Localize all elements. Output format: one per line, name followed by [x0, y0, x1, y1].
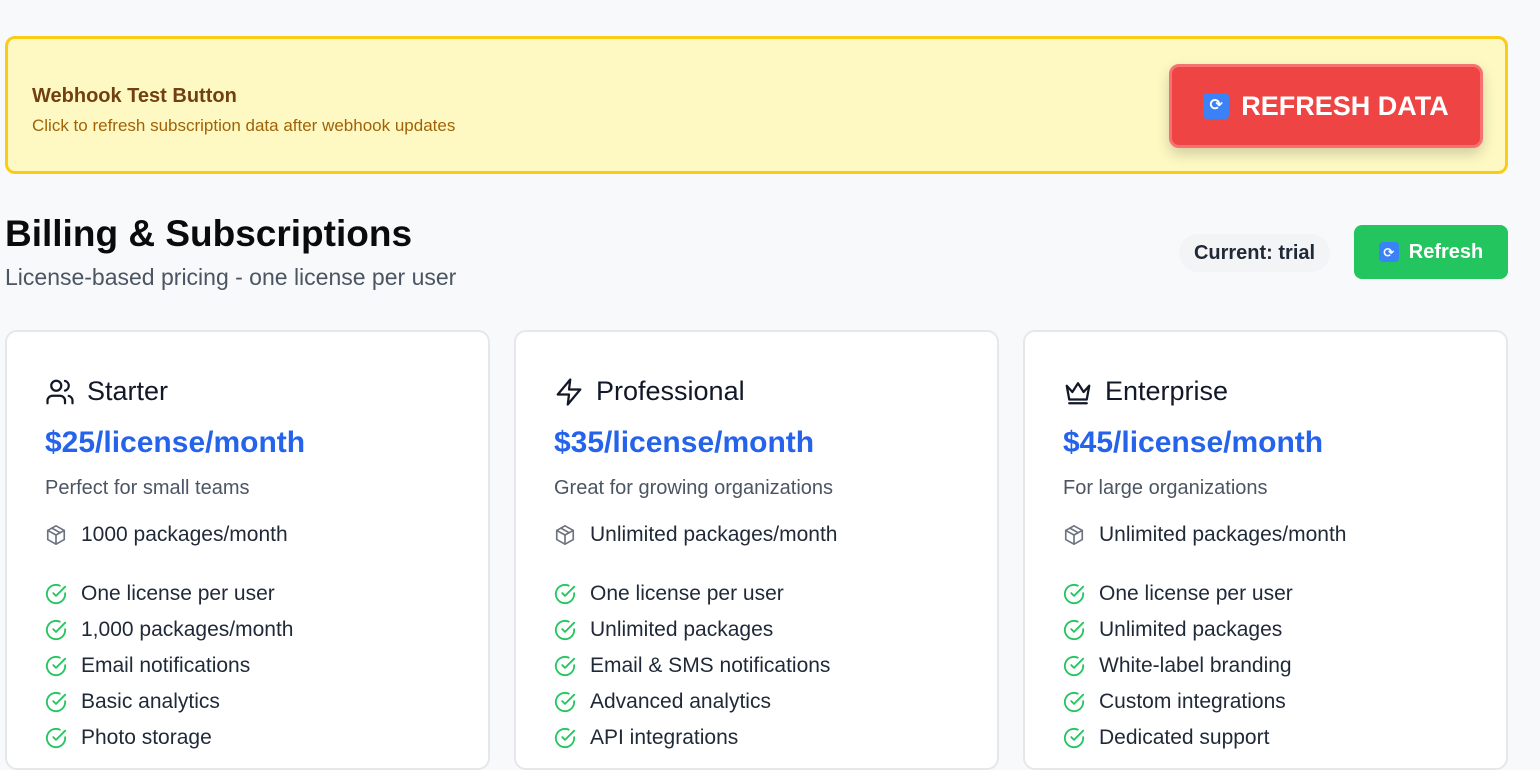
plan-feature-list: One license per user Unlimited packages …: [554, 576, 830, 756]
check-circle-icon: [1063, 619, 1085, 641]
package-icon: [555, 525, 575, 545]
webhook-banner-subtitle: Click to refresh subscription data after…: [32, 116, 456, 135]
plan-feature: API integrations: [554, 720, 830, 756]
package-icon: [46, 525, 66, 545]
plan-feature: Basic analytics: [45, 684, 293, 720]
webhook-banner-title: Webhook Test Button: [32, 85, 237, 107]
plan-description: Great for growing organizations: [554, 477, 834, 499]
refresh-button[interactable]: ⟳ Refresh: [1354, 225, 1508, 279]
plan-quota-text: Unlimited packages/month: [590, 523, 838, 546]
plan-feature-text: One license per user: [590, 582, 784, 605]
check-circle-icon: [45, 727, 67, 749]
plan-feature-text: Basic analytics: [81, 690, 220, 713]
plan-feature: Dedicated support: [1063, 720, 1293, 756]
plan-feature-text: Unlimited packages: [1099, 618, 1283, 641]
plan-card-header: Starter: [45, 376, 168, 407]
users-icon: [46, 379, 74, 404]
plan-name: Professional: [596, 376, 745, 406]
plan-card-starter[interactable]: Starter $25/license/month Perfect for sm…: [5, 330, 490, 770]
plan-feature-text: Email notifications: [81, 654, 251, 677]
plan-feature-text: 1,000 packages/month: [81, 618, 294, 641]
check-circle-icon: [554, 691, 576, 713]
check-circle-icon: [1063, 727, 1085, 749]
plan-price: $35/license/month: [554, 426, 815, 459]
plan-feature: Advanced analytics: [554, 684, 830, 720]
check-circle-icon: [554, 727, 576, 749]
plan-feature: Email notifications: [45, 648, 293, 684]
check-circle-icon: [554, 655, 576, 677]
plan-quota-text: Unlimited packages/month: [1099, 523, 1347, 546]
check-circle-icon: [1063, 583, 1085, 605]
check-circle-icon: [45, 655, 67, 677]
plan-quota: Unlimited packages/month: [1063, 523, 1346, 547]
page-title: Billing & Subscriptions: [5, 213, 413, 254]
webhook-test-banner: Webhook Test Button Click to refresh sub…: [5, 36, 1508, 174]
plan-feature: Photo storage: [45, 720, 293, 756]
page-subtitle: License-based pricing - one license per …: [5, 264, 457, 290]
plan-quota: 1000 packages/month: [45, 523, 288, 547]
plan-feature: White-label branding: [1063, 648, 1293, 684]
plan-feature-text: One license per user: [81, 582, 275, 605]
check-circle-icon: [554, 583, 576, 605]
check-circle-icon: [45, 691, 67, 713]
check-circle-icon: [1063, 655, 1085, 677]
refresh-button-label: Refresh: [1408, 240, 1484, 263]
plan-feature-text: API integrations: [590, 726, 739, 749]
plan-feature: One license per user: [1063, 576, 1293, 612]
plan-card-header: Professional: [554, 376, 745, 407]
plan-feature: 1,000 packages/month: [45, 612, 293, 648]
plan-quota-text: 1000 packages/month: [81, 523, 288, 546]
plan-feature: Email & SMS notifications: [554, 648, 830, 684]
refresh-icon: ⟳: [1203, 93, 1230, 119]
plan-feature: Unlimited packages: [1063, 612, 1293, 648]
package-icon: [1064, 525, 1084, 545]
lightning-icon: [556, 377, 582, 406]
plan-feature-text: Advanced analytics: [590, 690, 771, 713]
refresh-data-label: REFRESH DATA: [1241, 90, 1449, 121]
check-circle-icon: [45, 619, 67, 641]
plan-feature-text: Photo storage: [81, 726, 212, 749]
current-plan-badge: Current: trial: [1179, 234, 1330, 272]
plan-feature-text: Unlimited packages: [590, 618, 774, 641]
check-circle-icon: [1063, 691, 1085, 713]
plan-feature-text: Custom integrations: [1099, 690, 1286, 713]
check-circle-icon: [45, 583, 67, 605]
plan-feature: Unlimited packages: [554, 612, 830, 648]
plan-card-enterprise[interactable]: Enterprise $45/license/month For large o…: [1023, 330, 1508, 770]
plan-price: $25/license/month: [45, 426, 306, 459]
plan-price: $45/license/month: [1063, 426, 1324, 459]
plan-description: Perfect for small teams: [45, 477, 250, 499]
plan-feature-text: White-label branding: [1099, 654, 1292, 677]
plan-feature: One license per user: [45, 576, 293, 612]
plan-feature: One license per user: [554, 576, 830, 612]
refresh-icon: ⟳: [1378, 242, 1399, 262]
plan-feature-list: One license per user 1,000 packages/mont…: [45, 576, 293, 756]
plan-name: Enterprise: [1105, 376, 1229, 406]
plan-feature: Custom integrations: [1063, 684, 1293, 720]
plan-feature-list: One license per user Unlimited packages …: [1063, 576, 1293, 756]
plan-description: For large organizations: [1063, 477, 1268, 499]
plan-quota: Unlimited packages/month: [554, 523, 837, 547]
plan-name: Starter: [87, 376, 169, 406]
plan-feature-text: Dedicated support: [1099, 726, 1270, 749]
plan-card-header: Enterprise: [1063, 376, 1228, 407]
plan-feature-text: One license per user: [1099, 582, 1293, 605]
plan-feature-text: Email & SMS notifications: [590, 654, 831, 677]
plan-card-professional[interactable]: Professional $35/license/month Great for…: [514, 330, 999, 770]
crown-icon: [1065, 381, 1091, 404]
refresh-data-button[interactable]: ⟳ REFRESH DATA: [1169, 64, 1483, 148]
check-circle-icon: [554, 619, 576, 641]
